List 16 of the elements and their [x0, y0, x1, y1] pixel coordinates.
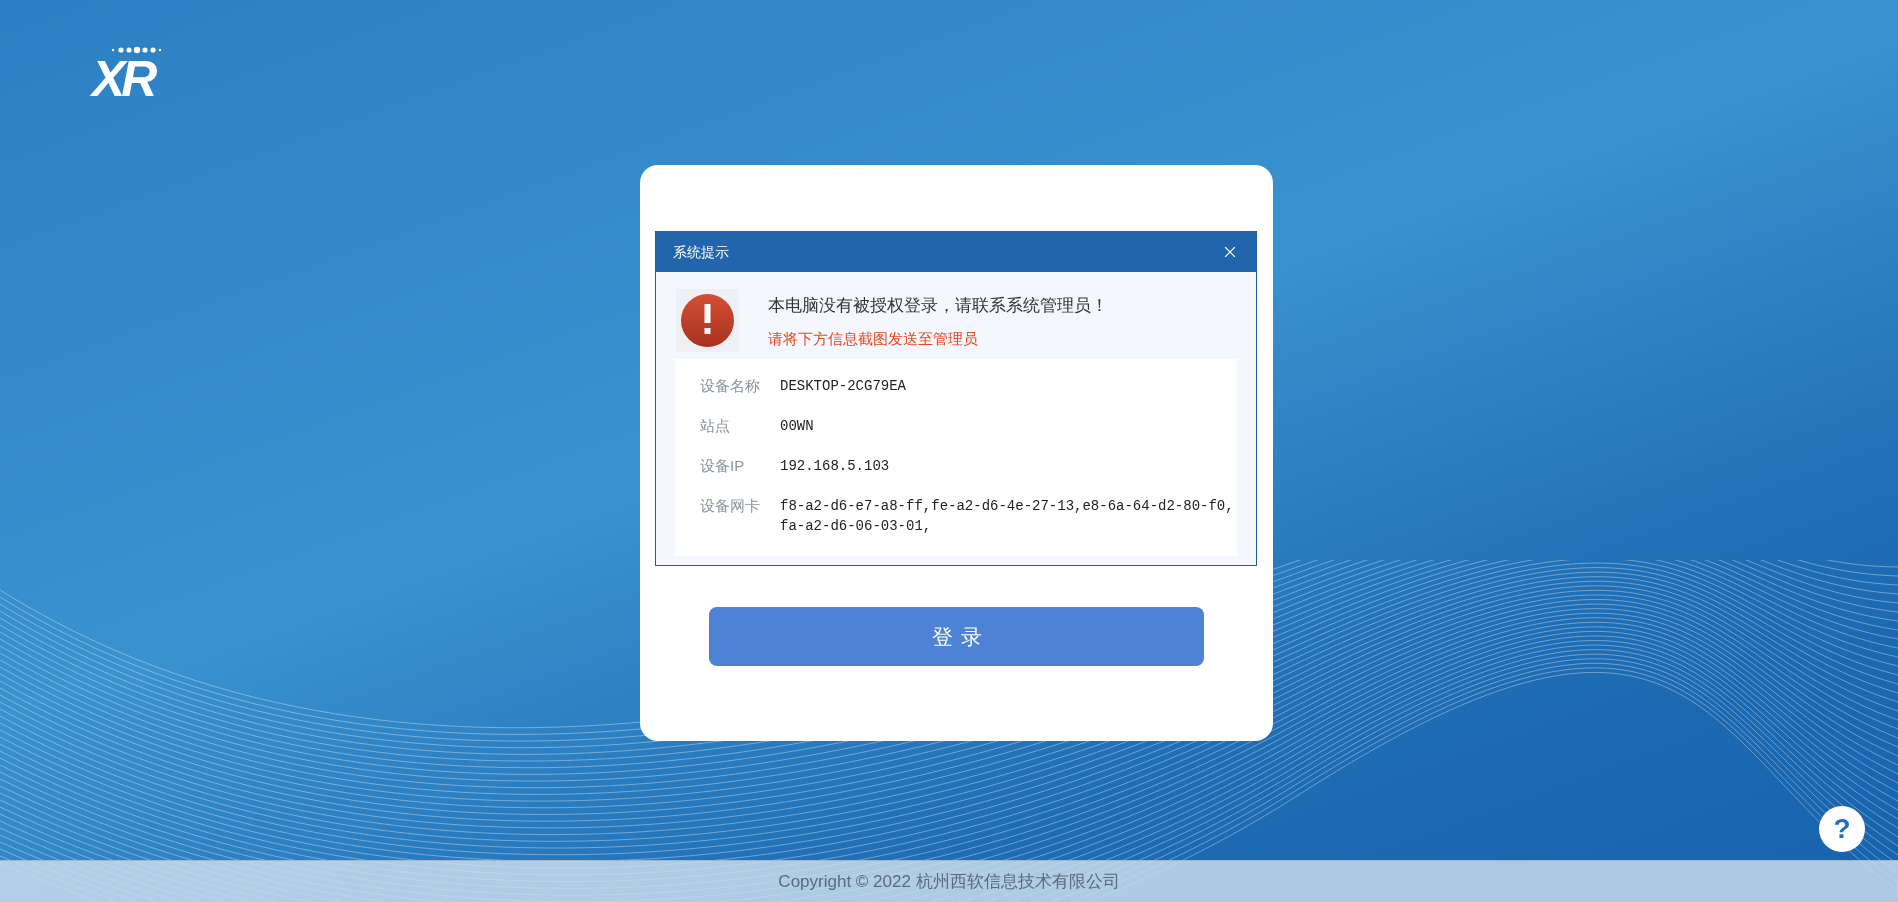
alert-message: 本电脑没有被授权登录，请联系系统管理员！	[768, 295, 1108, 317]
field-label: 设备IP	[700, 456, 746, 476]
copyright-text: Copyright © 2022 杭州西软信息技术有限公司	[778, 870, 1120, 893]
field-value: 192.168.5.103	[780, 457, 891, 476]
help-button[interactable]: ?	[1819, 806, 1865, 852]
field-value: DESKTOP-2CG79EA	[780, 377, 908, 396]
field-label: 设备名称	[700, 376, 761, 396]
field-label: 站点	[700, 416, 731, 436]
field-value: f8-a2-d6-e7-a8-ff,fe-a2-d6-4e-27-13,e8-6a-64-d2-80-f0,fa-a2-d6-06-03-01,	[780, 497, 1235, 536]
field-value: 00WN	[780, 417, 815, 436]
logo: XR	[92, 46, 164, 112]
field-label: 设备网卡	[700, 496, 761, 516]
error-icon	[676, 289, 739, 352]
dialog-title: 系统提示	[673, 242, 729, 262]
alert-hint: 请将下方信息截图发送至管理员	[768, 329, 979, 349]
login-button[interactable]: 登录	[709, 607, 1204, 666]
